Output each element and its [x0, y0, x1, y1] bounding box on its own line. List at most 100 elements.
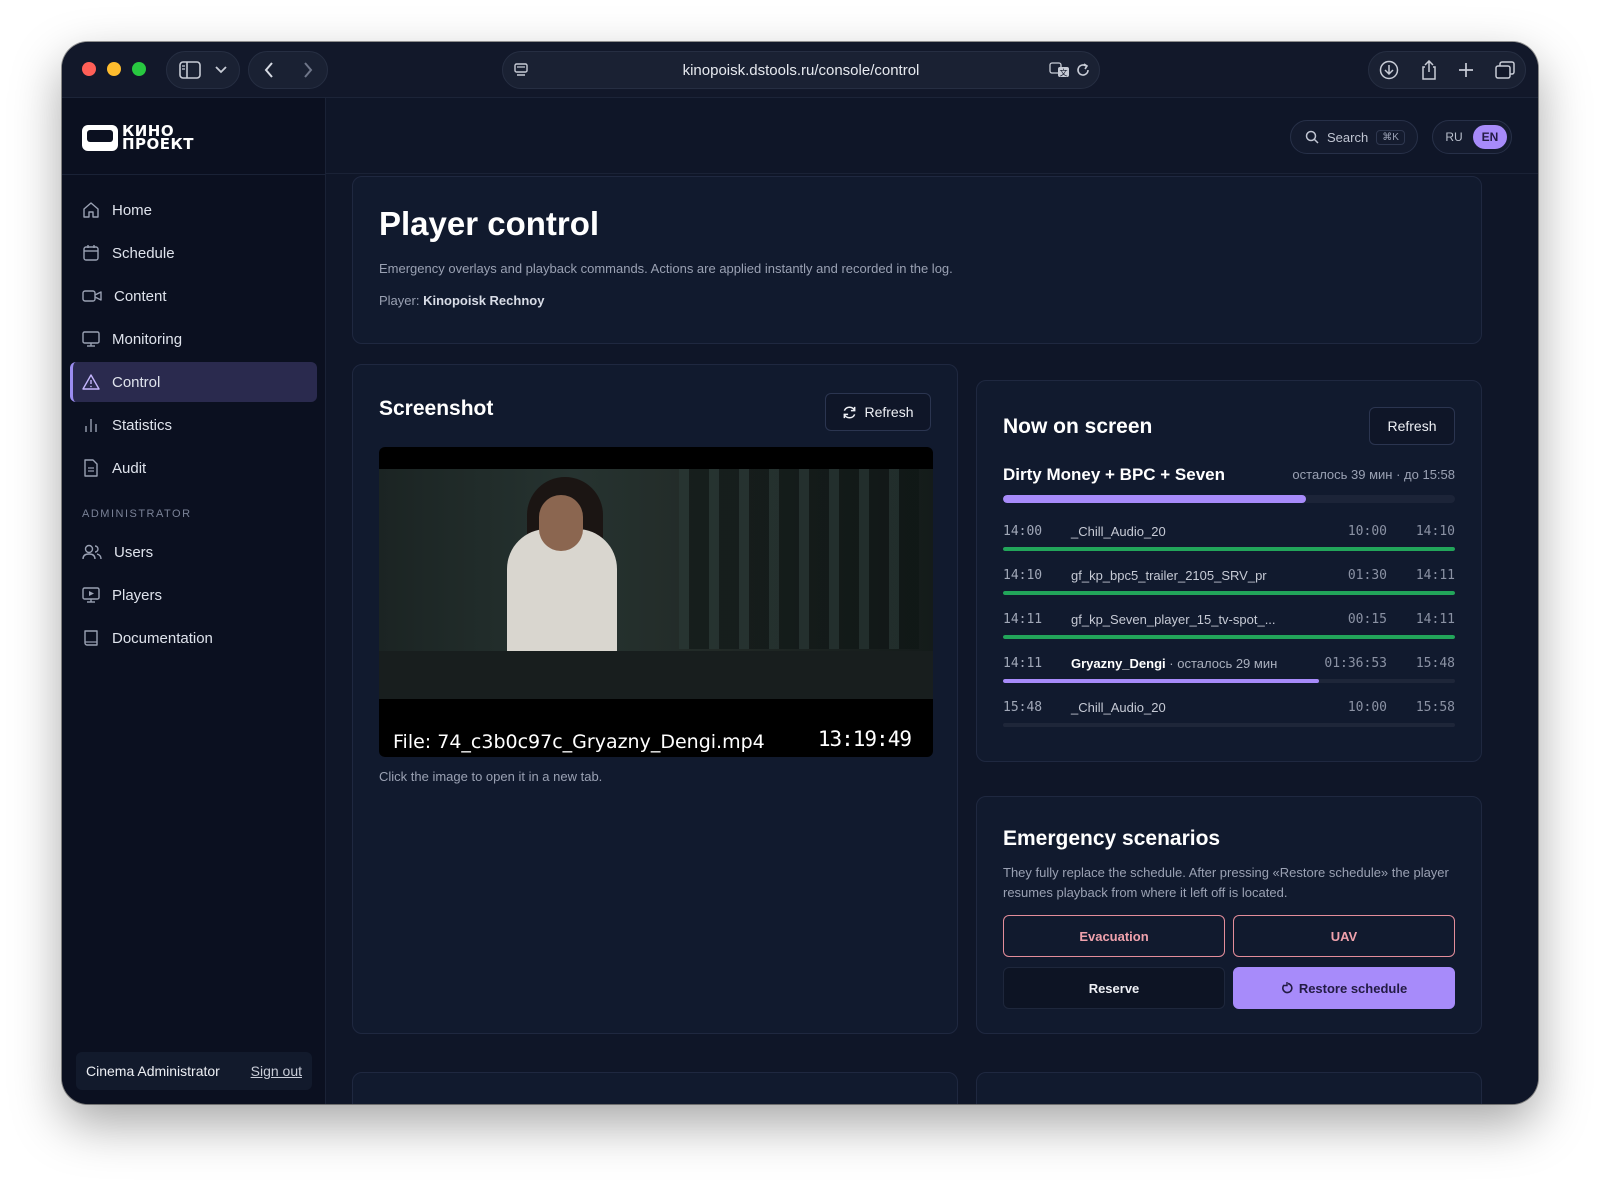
program-progress-bar — [1003, 495, 1455, 503]
search-icon — [1305, 130, 1319, 144]
home-icon — [82, 201, 100, 219]
emergency-title: Emergency scenarios — [1003, 827, 1221, 850]
evacuation-button[interactable]: Evacuation — [1003, 915, 1225, 957]
playlist-duration: 00:15 — [1347, 612, 1387, 627]
minimize-window-button[interactable] — [107, 62, 121, 76]
page-description: Emergency overlays and playback commands… — [379, 261, 953, 276]
screenshot-card: Screenshot Refresh File: 74_c3b0c97c_Gry… — [352, 364, 958, 1034]
sidebar-item-label: Documentation — [112, 629, 213, 647]
playlist-duration: 10:00 — [1347, 524, 1387, 539]
translate-icon[interactable]: 文 — [1049, 62, 1071, 78]
reload-icon[interactable] — [1075, 62, 1091, 78]
playlist-progress-bar — [1003, 591, 1455, 595]
sidebar-item-monitoring[interactable]: Monitoring — [70, 319, 317, 359]
playlist-duration: 10:00 — [1347, 700, 1387, 715]
playlist-item-name: Gryazny_Dengi — [1071, 656, 1166, 671]
back-arrow-icon[interactable] — [264, 62, 274, 78]
search-button[interactable]: Search ⌘K — [1290, 120, 1418, 154]
playlist-start-time: 15:48 — [1003, 700, 1043, 715]
history-nav — [248, 51, 328, 89]
new-tab-icon[interactable] — [1458, 62, 1474, 78]
playlist-start-time: 14:11 — [1003, 612, 1043, 627]
playlist-row: 14:10 gf_kp_bpc5_trailer_2105_SRV_pr 01:… — [1003, 565, 1455, 609]
lang-ru-option[interactable]: RU — [1437, 125, 1471, 149]
screenshot-refresh-button[interactable]: Refresh — [825, 393, 931, 431]
playlist-progress-bar — [1003, 547, 1455, 551]
sidebar-toggle-button[interactable] — [166, 51, 240, 89]
playlist-item-remaining: · осталось 29 мин — [1165, 656, 1278, 671]
user-panel: Cinema Administrator Sign out — [76, 1052, 312, 1090]
sidebar-item-label: Control — [112, 373, 161, 391]
sidebar-item-players[interactable]: Players — [70, 575, 317, 615]
sidebar-item-users[interactable]: Users — [70, 532, 317, 572]
playlist-progress-fill — [1003, 591, 1455, 595]
playlist-item-name: _Chill_Audio_20 — [1071, 524, 1166, 539]
current-program-remaining: осталось 39 мин · до 15:58 — [1292, 467, 1455, 482]
current-program-title: Dirty Money + BPC + Seven — [1003, 465, 1226, 484]
now-on-screen-card: Now on screen Refresh Dirty Money + BPC … — [976, 380, 1482, 762]
uav-button[interactable]: UAV — [1233, 915, 1455, 957]
tab-overview-icon[interactable] — [1495, 61, 1515, 79]
playlist-start-time: 14:11 — [1003, 656, 1043, 671]
zoom-window-button[interactable] — [132, 62, 146, 76]
logo[interactable]: КИНО ПРОЕКТ — [82, 122, 194, 154]
screenshot-title: Screenshot — [379, 397, 494, 420]
sidebar-divider — [62, 174, 325, 175]
site-settings-icon[interactable] — [513, 62, 529, 78]
emergency-scenarios-card: Emergency scenarios They fully replace t… — [976, 796, 1482, 1034]
svg-text:文: 文 — [1060, 68, 1068, 78]
playlist-row: 14:11 gf_kp_Seven_player_15_tv-spot_... … — [1003, 609, 1455, 653]
playlist-row: 15:48 _Chill_Audio_20 10:00 15:58 — [1003, 697, 1455, 741]
player-label: Player: — [379, 293, 420, 308]
refresh-label: Refresh — [864, 404, 914, 420]
playlist-item-name: gf_kp_bpc5_trailer_2105_SRV_pr — [1071, 568, 1267, 583]
admin-section-heading: ADMINISTRATOR — [82, 508, 192, 520]
playlist-item-name: gf_kp_Seven_player_15_tv-spot_... — [1071, 612, 1276, 627]
playlist-item-name: _Chill_Audio_20 — [1071, 700, 1166, 715]
playlist-progress-fill — [1003, 679, 1320, 683]
monitor-icon — [82, 330, 100, 348]
lower-card-left — [352, 1072, 958, 1104]
forward-arrow-icon[interactable] — [303, 62, 313, 78]
main-content: Search ⌘K RU EN Player control Emergency… — [326, 98, 1538, 1104]
restore-schedule-button[interactable]: Restore schedule — [1233, 967, 1455, 1009]
playlist-end-time: 15:48 — [1415, 656, 1455, 671]
sidebar-item-documentation[interactable]: Documentation — [70, 618, 317, 658]
sidebar-item-content[interactable]: Content — [70, 276, 317, 316]
sign-out-link[interactable]: Sign out — [251, 1063, 302, 1079]
page-header-card: Player control Emergency overlays and pl… — [352, 176, 1482, 344]
sidebar-item-home[interactable]: Home — [70, 190, 317, 230]
chevron-down-icon — [215, 66, 227, 74]
sidebar-item-audit[interactable]: Audit — [70, 448, 317, 488]
sidebar-item-schedule[interactable]: Schedule — [70, 233, 317, 273]
search-shortcut: ⌘K — [1376, 129, 1405, 145]
search-label: Search — [1327, 129, 1369, 145]
playlist-end-time: 14:11 — [1415, 612, 1455, 627]
playlist-progress-bar — [1003, 723, 1455, 727]
playlist-duration: 01:36:53 — [1324, 656, 1387, 671]
address-bar[interactable]: kinopoisk.dstools.ru/console/control 文 — [502, 51, 1100, 89]
player-name: Kinopoisk Rechnoy — [423, 293, 545, 308]
playlist-end-time: 15:58 — [1415, 700, 1455, 715]
lang-en-option[interactable]: EN — [1473, 125, 1507, 149]
top-bar: Search ⌘K RU EN — [326, 98, 1538, 174]
playlist-progress-fill — [1003, 547, 1455, 551]
now-refresh-button[interactable]: Refresh — [1369, 407, 1455, 445]
reserve-button[interactable]: Reserve — [1003, 967, 1225, 1009]
sidebar-item-statistics[interactable]: Statistics — [70, 405, 317, 445]
sidebar-item-label: Users — [114, 543, 154, 561]
player-screen-icon — [82, 586, 100, 604]
sidebar-item-label: Schedule — [112, 244, 175, 262]
browser-actions — [1368, 51, 1526, 89]
browser-window: kinopoisk.dstools.ru/console/control 文 К… — [62, 42, 1538, 1104]
sidebar-item-control[interactable]: Control — [70, 362, 317, 402]
share-icon[interactable] — [1420, 60, 1438, 80]
close-window-button[interactable] — [82, 62, 96, 76]
sidebar-item-label: Players — [112, 586, 163, 604]
download-icon[interactable] — [1379, 60, 1399, 80]
playlist-end-time: 14:11 — [1415, 568, 1455, 583]
sidebar-nav: Home Schedule Content Monitoring Control… — [70, 190, 317, 661]
restore-schedule-label: Restore schedule — [1298, 980, 1408, 996]
warning-triangle-icon — [82, 373, 100, 391]
player-screenshot-image[interactable]: File: 74_c3b0c97c_Gryazny_Dengi.mp4 13:1… — [379, 447, 933, 757]
